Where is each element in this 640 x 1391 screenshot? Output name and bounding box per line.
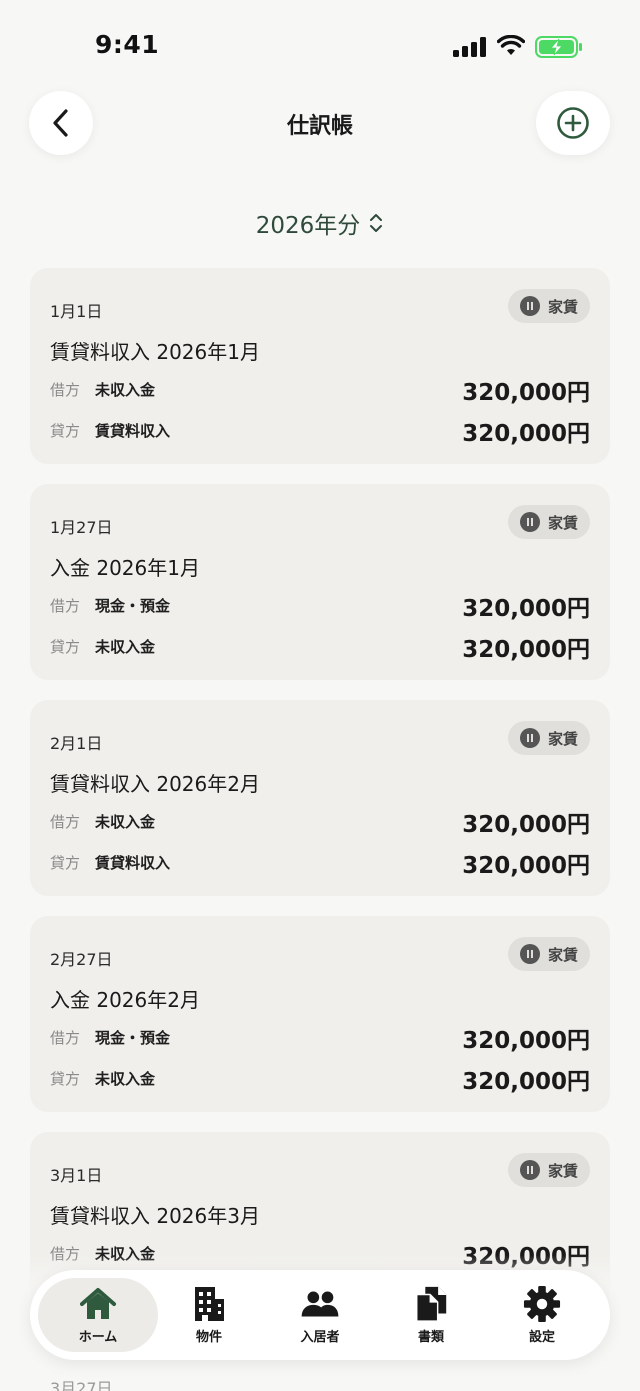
debit-row: 借方 未収入金 320,000円	[50, 373, 590, 406]
documents-icon	[416, 1286, 447, 1322]
wifi-icon	[497, 35, 525, 55]
debit-row: 借方 現金・預金 320,000円	[50, 1021, 590, 1054]
year-label: 2026年分	[255, 213, 361, 239]
tab-documents-label: 書類	[417, 1330, 444, 1345]
pause-circle-icon	[519, 296, 540, 316]
category-badge-label: 家賃	[547, 513, 578, 532]
tab-properties[interactable]: 物件	[149, 1278, 269, 1352]
debit-amount: 320,000円	[462, 596, 590, 622]
entry-date: 1月1日	[50, 302, 103, 321]
category-badge-label: 家賃	[547, 297, 578, 316]
credit-side-label: 貸方	[50, 1070, 81, 1088]
category-badge: 家賃	[507, 505, 590, 539]
credit-row: 貸方 賃貸料収入 320,000円	[50, 846, 590, 879]
journal-entry-card[interactable]: 1月27日 家賃 入金 2026年1月 借方 現金・預金 320,000円 貸方…	[30, 484, 610, 680]
journal-entry-card[interactable]: 1月1日 家賃 賃貸料収入 2026年1月 借方 未収入金 320,000円 貸…	[30, 268, 610, 464]
tab-home-label: ホーム	[78, 1330, 118, 1345]
plus-circle-icon	[557, 107, 589, 139]
debit-account: 未収入金	[95, 813, 156, 831]
debit-row: 借方 未収入金 320,000円	[50, 805, 590, 838]
category-badge: 家賃	[507, 289, 590, 323]
debit-account: 現金・預金	[95, 597, 171, 615]
tab-documents[interactable]: 書類	[371, 1278, 491, 1352]
credit-amount: 320,000円	[462, 421, 590, 447]
category-badge-label: 家賃	[547, 1161, 578, 1180]
category-badge: 家賃	[507, 1153, 590, 1187]
credit-row: 貸方 未収入金 320,000円	[50, 630, 590, 663]
tab-properties-label: 物件	[195, 1330, 222, 1345]
journal-entry-card[interactable]: 2月27日 家賃 入金 2026年2月 借方 現金・預金 320,000円 貸方…	[30, 916, 610, 1112]
home-icon	[80, 1288, 116, 1319]
entry-title: 賃貸料収入 2026年3月	[50, 1204, 260, 1228]
cellular-signal-icon	[453, 37, 486, 57]
debit-amount: 320,000円	[462, 1028, 590, 1054]
tab-tenants[interactable]: 入居者	[260, 1278, 380, 1352]
category-badge-label: 家賃	[547, 729, 578, 748]
credit-amount: 320,000円	[462, 853, 590, 879]
credit-side-label: 貸方	[50, 854, 81, 872]
credit-side-label: 貸方	[50, 422, 81, 440]
pause-circle-icon	[519, 728, 540, 748]
pause-circle-icon	[519, 512, 540, 532]
entry-title: 入金 2026年2月	[50, 988, 200, 1012]
credit-account: 賃貸料収入	[95, 422, 171, 440]
entry-date: 3月1日	[50, 1166, 103, 1185]
entry-title: 賃貸料収入 2026年2月	[50, 772, 260, 796]
tab-settings-label: 設定	[528, 1330, 555, 1345]
chevron-up-down-icon	[370, 214, 383, 232]
credit-account: 賃貸料収入	[95, 854, 171, 872]
entry-date: 2月1日	[50, 734, 103, 753]
credit-row: 貸方 賃貸料収入 320,000円	[50, 414, 590, 447]
category-badge: 家賃	[507, 937, 590, 971]
battery-charging-icon	[535, 36, 582, 58]
status-bar: 9:41	[0, 0, 640, 90]
entry-title: 賃貸料収入 2026年1月	[50, 340, 260, 364]
bottom-tab-bar: ホーム 物件 入居者 書類 設定	[30, 1270, 610, 1360]
debit-side-label: 借方	[50, 813, 81, 831]
next-entry-date-peek: 3月27日	[50, 1379, 113, 1391]
debit-side-label: 借方	[50, 1029, 81, 1047]
credit-row: 貸方 未収入金 320,000円	[50, 1062, 590, 1095]
entry-date: 1月27日	[50, 518, 113, 537]
add-entry-button[interactable]	[536, 91, 610, 155]
debit-side-label: 借方	[50, 381, 81, 399]
debit-row: 借方 現金・預金 320,000円	[50, 589, 590, 622]
credit-amount: 320,000円	[462, 637, 590, 663]
gear-icon	[523, 1285, 561, 1323]
credit-account: 未収入金	[95, 1070, 156, 1088]
credit-side-label: 貸方	[50, 638, 81, 656]
category-badge: 家賃	[507, 721, 590, 755]
journal-entry-card[interactable]: 2月1日 家賃 賃貸料収入 2026年2月 借方 未収入金 320,000円 貸…	[30, 700, 610, 896]
debit-amount: 320,000円	[462, 812, 590, 838]
tab-settings[interactable]: 設定	[482, 1278, 602, 1352]
status-time: 9:41	[95, 30, 160, 59]
tab-tenants-label: 入居者	[300, 1330, 340, 1345]
people-icon	[301, 1291, 339, 1317]
tab-home[interactable]: ホーム	[38, 1278, 158, 1352]
category-badge-label: 家賃	[547, 945, 578, 964]
year-selector[interactable]: 2026年分	[0, 206, 640, 240]
debit-account: 現金・預金	[95, 1029, 171, 1047]
pause-circle-icon	[519, 944, 540, 964]
debit-account: 未収入金	[95, 381, 156, 399]
debit-amount: 320,000円	[462, 380, 590, 406]
debit-side-label: 借方	[50, 597, 81, 615]
entry-date: 2月27日	[50, 950, 113, 969]
pause-circle-icon	[519, 1160, 540, 1180]
credit-account: 未収入金	[95, 638, 156, 656]
credit-amount: 320,000円	[462, 1069, 590, 1095]
entry-title: 入金 2026年1月	[50, 556, 200, 580]
building-icon	[195, 1287, 224, 1321]
